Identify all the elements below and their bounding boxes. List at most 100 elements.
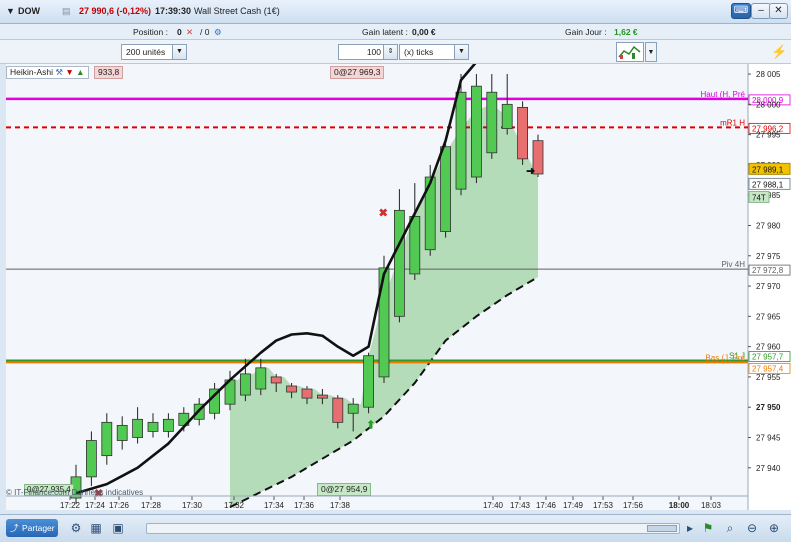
candle-body[interactable] xyxy=(393,209,405,317)
candle-body[interactable] xyxy=(486,91,498,154)
x-tick-label: 17:22 xyxy=(60,501,81,510)
indicator-settings-icon[interactable]: ⚒ xyxy=(55,67,63,77)
save-icon[interactable]: ▣ xyxy=(110,520,126,536)
y-tick-label: 28 000 xyxy=(756,100,781,109)
gain-latent-label: Gain latent : xyxy=(362,27,408,37)
chart-style-icon[interactable] xyxy=(616,42,644,62)
bottom-bar: ⤴ Partager ⚙ ▦ ▣ ▸ ⚑ ⌕ ⊖ ⊕ xyxy=(0,514,791,542)
x-tick-label: 17:26 xyxy=(109,501,130,510)
candle-body[interactable] xyxy=(470,85,482,178)
y-tick-label: 27 955 xyxy=(756,373,781,382)
zoom-fit-icon[interactable]: ⌕ xyxy=(722,520,738,536)
share-icon: ⤴ xyxy=(10,523,19,533)
indicator-down-icon[interactable]: ▼ xyxy=(65,67,73,77)
candle-body[interactable] xyxy=(347,403,359,414)
y-tick-label: 27 960 xyxy=(756,343,781,352)
chart-style-dropdown-icon[interactable]: ▼ xyxy=(645,42,657,62)
last-price: 27 990,6 (-0,12%) xyxy=(79,6,152,16)
bid-price-label: 27 988,1 xyxy=(752,180,784,189)
x-tick-label: 17:24 xyxy=(85,501,106,510)
y-tick-label: 27 975 xyxy=(756,252,781,261)
chart-toolbar: 200 unités ▼ 100 ⇕ (x) ticks ▼ ▼ ⚡ xyxy=(0,40,791,64)
tick-type-select[interactable]: (x) ticks ▼ xyxy=(399,44,469,60)
y-tick-label: 27 940 xyxy=(756,464,781,473)
lightning-icon[interactable]: ⚡ xyxy=(771,42,787,62)
position-close-icon[interactable]: ✕ xyxy=(186,27,193,38)
instrument-name: Wall Street Cash (1€) xyxy=(194,6,280,16)
share-button[interactable]: ⤴ Partager xyxy=(6,519,58,537)
x-tick-label: 18:03 xyxy=(701,501,722,510)
x-tick-label: 17:53 xyxy=(593,501,614,510)
x-tick-label: 17:43 xyxy=(510,501,531,510)
x-tick-label: 17:49 xyxy=(563,501,584,510)
tick-count-input[interactable]: 100 ⇕ xyxy=(338,44,398,60)
candle-body[interactable] xyxy=(162,418,174,432)
y-tick-label: 27 970 xyxy=(756,282,781,291)
horizontal-scrollbar[interactable] xyxy=(146,523,680,534)
gain-jour-value: 1,62 € xyxy=(614,27,638,37)
price-chart[interactable]: Haut (H, Pré 28 000,9 mR1 H 27 996,2 Piv 4H 2… xyxy=(6,61,791,510)
x-tick-label: 17:28 xyxy=(141,501,162,510)
x-tick-label: 17:34 xyxy=(264,501,285,510)
level-price-label: 27 972,8 xyxy=(752,266,784,275)
export-icon[interactable]: ▦ xyxy=(88,520,104,536)
candle-body[interactable] xyxy=(286,385,298,393)
candle-body[interactable] xyxy=(132,418,143,438)
chart-canvas[interactable]: Haut (H, Pré28 000,9mR1 H27 996,2Piv 4H2… xyxy=(6,61,791,510)
current-price-arrow-icon: ➜ xyxy=(526,165,535,177)
title-bar: ▼ DOW ▤ 27 990,6 (-0,12%) 17:39:30 Wall … xyxy=(0,0,791,24)
window-menu-icon[interactable]: ▼ xyxy=(6,6,15,16)
plot-background xyxy=(6,64,748,510)
y-tick-label: 28 005 xyxy=(756,70,781,79)
candle-body[interactable] xyxy=(440,146,452,232)
candle-body[interactable] xyxy=(316,394,328,399)
orders-icon[interactable]: ⚙ xyxy=(214,27,222,38)
zoom-in-icon[interactable]: ⊕ xyxy=(766,520,782,536)
candle-body[interactable] xyxy=(332,397,344,423)
candle-body[interactable] xyxy=(239,373,251,396)
x-tick-label: 17:38 xyxy=(330,501,351,510)
symbol-name: DOW xyxy=(18,6,40,16)
settings-icon[interactable]: ⚙ xyxy=(68,520,84,536)
info-bar: Position : 0 ✕ / 0 ⚙ Gain latent : 0,00 … xyxy=(0,24,791,40)
chart-style-graphic xyxy=(618,45,641,59)
candle-body[interactable] xyxy=(270,376,282,384)
close-button[interactable]: ✕ xyxy=(769,3,788,19)
candle-body[interactable] xyxy=(116,424,128,441)
indicator-name: Heikin-Ashi xyxy=(10,67,53,77)
scrollbar-thumb[interactable] xyxy=(647,525,677,532)
tick-count-value: 100 xyxy=(366,47,381,57)
spinner-icon[interactable]: ⇕ xyxy=(383,45,397,59)
indicator-header[interactable]: Heikin-Ashi ⚒ ▼ ▲ xyxy=(6,66,89,79)
candle-body[interactable] xyxy=(86,440,97,478)
scroll-right-icon[interactable]: ▸ xyxy=(682,520,698,536)
candle-body[interactable] xyxy=(101,421,113,457)
low-label-mid: 0@27 954,9 xyxy=(317,483,372,496)
units-select[interactable]: 200 unités ▼ xyxy=(121,44,187,60)
x-tick-label: 18:00 xyxy=(669,501,690,510)
y-tick-label: 27 950 xyxy=(756,403,781,412)
candle-body[interactable] xyxy=(455,91,467,190)
candle-body[interactable] xyxy=(517,106,529,160)
minimize-button[interactable]: – xyxy=(751,3,771,19)
position-orders: / 0 xyxy=(200,27,210,37)
x-tick-label: 17:40 xyxy=(483,501,504,510)
candle-body[interactable] xyxy=(363,355,375,408)
candle-body[interactable] xyxy=(409,215,421,275)
share-label: Partager xyxy=(22,523,55,533)
data-watermark: © IT-Finance.com Données indicatives xyxy=(6,488,144,497)
y-tick-label: 27 980 xyxy=(756,221,781,230)
level-price-label: 27 957,7 xyxy=(752,353,784,362)
keyboard-icon[interactable]: ⌨ xyxy=(731,3,751,19)
auto-scroll-icon[interactable]: ⚑ xyxy=(700,520,716,536)
candle-body[interactable] xyxy=(501,103,513,129)
x-tick-label: 17:32 xyxy=(224,501,245,510)
candle-body[interactable] xyxy=(255,367,267,390)
chevron-down-icon[interactable]: ▼ xyxy=(454,45,468,59)
x-tick-label: 17:36 xyxy=(294,501,315,510)
candle-body[interactable] xyxy=(147,421,159,432)
indicator-up-icon[interactable]: ▲ xyxy=(76,67,84,77)
zoom-out-icon[interactable]: ⊖ xyxy=(744,520,760,536)
candle-body[interactable] xyxy=(301,388,313,399)
chevron-down-icon[interactable]: ▼ xyxy=(172,45,186,59)
